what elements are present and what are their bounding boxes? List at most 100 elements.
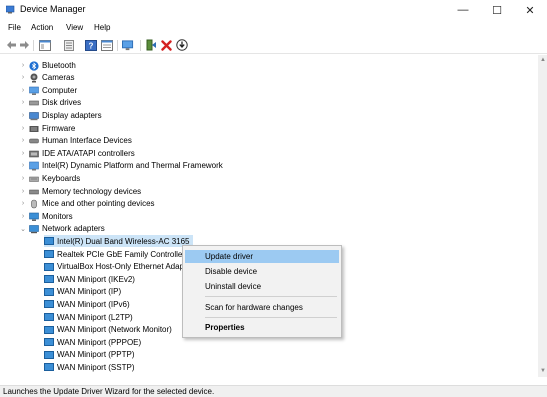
tree-device[interactable]: WAN Miniport (SSTP) (44, 361, 138, 373)
scroll-down-arrow-icon[interactable]: ▼ (540, 368, 546, 374)
network-adapter-icon (44, 363, 54, 372)
tree-device-label: VirtualBox Host-Only Ethernet Adapter (57, 262, 194, 272)
view-toolbar-button[interactable] (101, 39, 113, 51)
tree-device[interactable]: WAN Miniport (IKEv2) (44, 273, 138, 285)
expand-chevron-icon[interactable]: › (19, 175, 27, 182)
context-uninstall-device[interactable]: Uninstall device (185, 280, 339, 293)
network-adapter-icon (44, 275, 54, 284)
tree-category-disk-drives[interactable]: › Disk drives (19, 97, 81, 109)
monitor-icon (29, 212, 39, 221)
tree-device[interactable]: WAN Miniport (IPv6) (44, 298, 133, 310)
expand-chevron-icon[interactable]: › (19, 125, 27, 132)
tree-category-label: Human Interface Devices (42, 136, 132, 146)
tree-category-label: Computer (42, 85, 78, 95)
context-separator (205, 296, 337, 297)
tree-category-intel-r-dynamic-platform-and-thermal-framework[interactable]: › Intel(R) Dynamic Platform and Thermal F… (19, 160, 223, 172)
memory-icon (29, 187, 39, 196)
menu-file[interactable]: File (8, 23, 21, 32)
expand-chevron-icon[interactable]: › (19, 112, 27, 119)
menu-action[interactable]: Action (31, 23, 53, 32)
scan-hardware-toolbar-button[interactable] (122, 39, 134, 51)
minimize-button[interactable]: — (446, 0, 480, 20)
maximize-button[interactable]: ☐ (480, 0, 514, 20)
status-bar: Launches the Update Driver Wizard for th… (0, 385, 547, 397)
expand-chevron-icon[interactable]: › (19, 150, 27, 157)
tree-category-label: Monitors (42, 211, 73, 221)
context-scan-hardware[interactable]: Scan for hardware changes (185, 301, 339, 314)
expand-chevron-icon[interactable]: › (19, 200, 27, 207)
enable-device-toolbar-button[interactable] (176, 39, 188, 51)
status-text: Launches the Update Driver Wizard for th… (3, 387, 215, 396)
tree-category-bluetooth[interactable]: › Bluetooth (19, 59, 76, 71)
window-title: Device Manager (20, 4, 86, 14)
help-toolbar-button[interactable]: ? (85, 39, 97, 51)
tree-device[interactable]: WAN Miniport (PPTP) (44, 349, 138, 361)
tree-category-human-interface-devices[interactable]: › Human Interface Devices (19, 135, 132, 147)
tree-category-cameras[interactable]: › Cameras (19, 72, 74, 84)
context-update-driver[interactable]: Update driver (185, 250, 339, 263)
update-driver-toolbar-button[interactable] (145, 39, 157, 51)
show-hide-console-tree-button[interactable] (39, 39, 51, 51)
properties-toolbar-button[interactable] (63, 39, 75, 51)
network-adapter-icon (44, 237, 54, 246)
expand-chevron-icon[interactable]: › (19, 74, 27, 81)
toolbar: ? (0, 37, 547, 54)
vertical-scrollbar[interactable]: ▲ ▼ (538, 55, 547, 377)
tree-category-label: Intel(R) Dynamic Platform and Thermal Fr… (42, 161, 223, 171)
expand-chevron-icon[interactable]: › (19, 137, 27, 144)
close-button[interactable]: ✕ (513, 0, 547, 20)
tree-category-label: Keyboards (42, 173, 81, 183)
tree-category-mice-and-other-pointing-devices[interactable]: › Mice and other pointing devices (19, 198, 155, 210)
expand-chevron-icon[interactable]: › (19, 213, 27, 220)
tree-device[interactable]: WAN Miniport (PPPOE) (44, 336, 144, 348)
display-adapter-icon (29, 111, 39, 121)
tree-device-selected[interactable]: Intel(R) Dual Band Wireless-AC 3165 (44, 235, 193, 248)
tree-device[interactable]: WAN Miniport (L2TP) (44, 311, 136, 323)
download-circle-icon (176, 39, 188, 51)
tree-device[interactable]: WAN Miniport (Network Monitor) (44, 324, 175, 336)
tree-device-label: WAN Miniport (PPPOE) (57, 337, 142, 347)
tree-category-memory-technology-devices[interactable]: › Memory technology devices (19, 185, 141, 197)
network-adapter-icon (44, 250, 54, 258)
context-disable-device[interactable]: Disable device (185, 265, 339, 278)
expand-chevron-icon[interactable]: › (19, 99, 27, 106)
tree-category-network-adapters[interactable]: ⌄ Network adapters (19, 223, 105, 235)
menu-bar: File Action View Help (0, 22, 547, 36)
tree-device[interactable]: Realtek PCIe GbE Family Controller (44, 248, 188, 260)
keyboard-icon (29, 174, 39, 183)
tree-category-ide-ata-atapi-controllers[interactable]: › IDE ATA/ATAPI controllers (19, 147, 135, 159)
tree-category-firmware[interactable]: › Firmware (19, 122, 76, 134)
scroll-up-arrow-icon[interactable]: ▲ (540, 57, 546, 63)
collapse-chevron-icon[interactable]: ⌄ (19, 225, 27, 233)
tree-category-computer[interactable]: › Computer (19, 84, 77, 96)
svg-text:?: ? (89, 41, 94, 50)
context-properties[interactable]: Properties (185, 321, 339, 334)
tree-category-keyboards[interactable]: › Keyboards (19, 172, 80, 184)
back-button[interactable] (5, 39, 17, 51)
tree-device-label: WAN Miniport (PPTP) (57, 350, 135, 360)
menu-view[interactable]: View (66, 23, 83, 32)
tree-device[interactable]: WAN Miniport (IP) (44, 286, 124, 298)
tree-device-label: WAN Miniport (IPv6) (57, 299, 130, 309)
tree-category-label: Firmware (42, 123, 76, 133)
tree-category-monitors[interactable]: › Monitors (19, 210, 73, 222)
expand-chevron-icon[interactable]: › (19, 87, 27, 94)
firmware-icon (29, 124, 39, 133)
expand-chevron-icon[interactable]: › (19, 188, 27, 195)
tree-device-label: Realtek PCIe GbE Family Controller (57, 249, 186, 259)
tree-category-display-adapters[interactable]: › Display adapters (19, 109, 102, 121)
tree-category-label: Display adapters (42, 110, 102, 120)
hid-icon (29, 136, 39, 145)
toolbar-separator (117, 40, 118, 51)
expand-chevron-icon[interactable]: › (19, 162, 27, 169)
tree-category-label: Cameras (42, 73, 75, 83)
tree-device-label: WAN Miniport (L2TP) (57, 312, 133, 322)
context-menu: Update driver Disable device Uninstall d… (182, 245, 342, 338)
context-separator (205, 317, 337, 318)
network-adapter-icon (44, 338, 54, 347)
forward-button[interactable] (18, 39, 30, 51)
uninstall-device-toolbar-button[interactable] (160, 39, 172, 51)
menu-help[interactable]: Help (94, 23, 110, 32)
tree-device[interactable]: VirtualBox Host-Only Ethernet Adapter (44, 261, 196, 273)
expand-chevron-icon[interactable]: › (19, 62, 27, 69)
